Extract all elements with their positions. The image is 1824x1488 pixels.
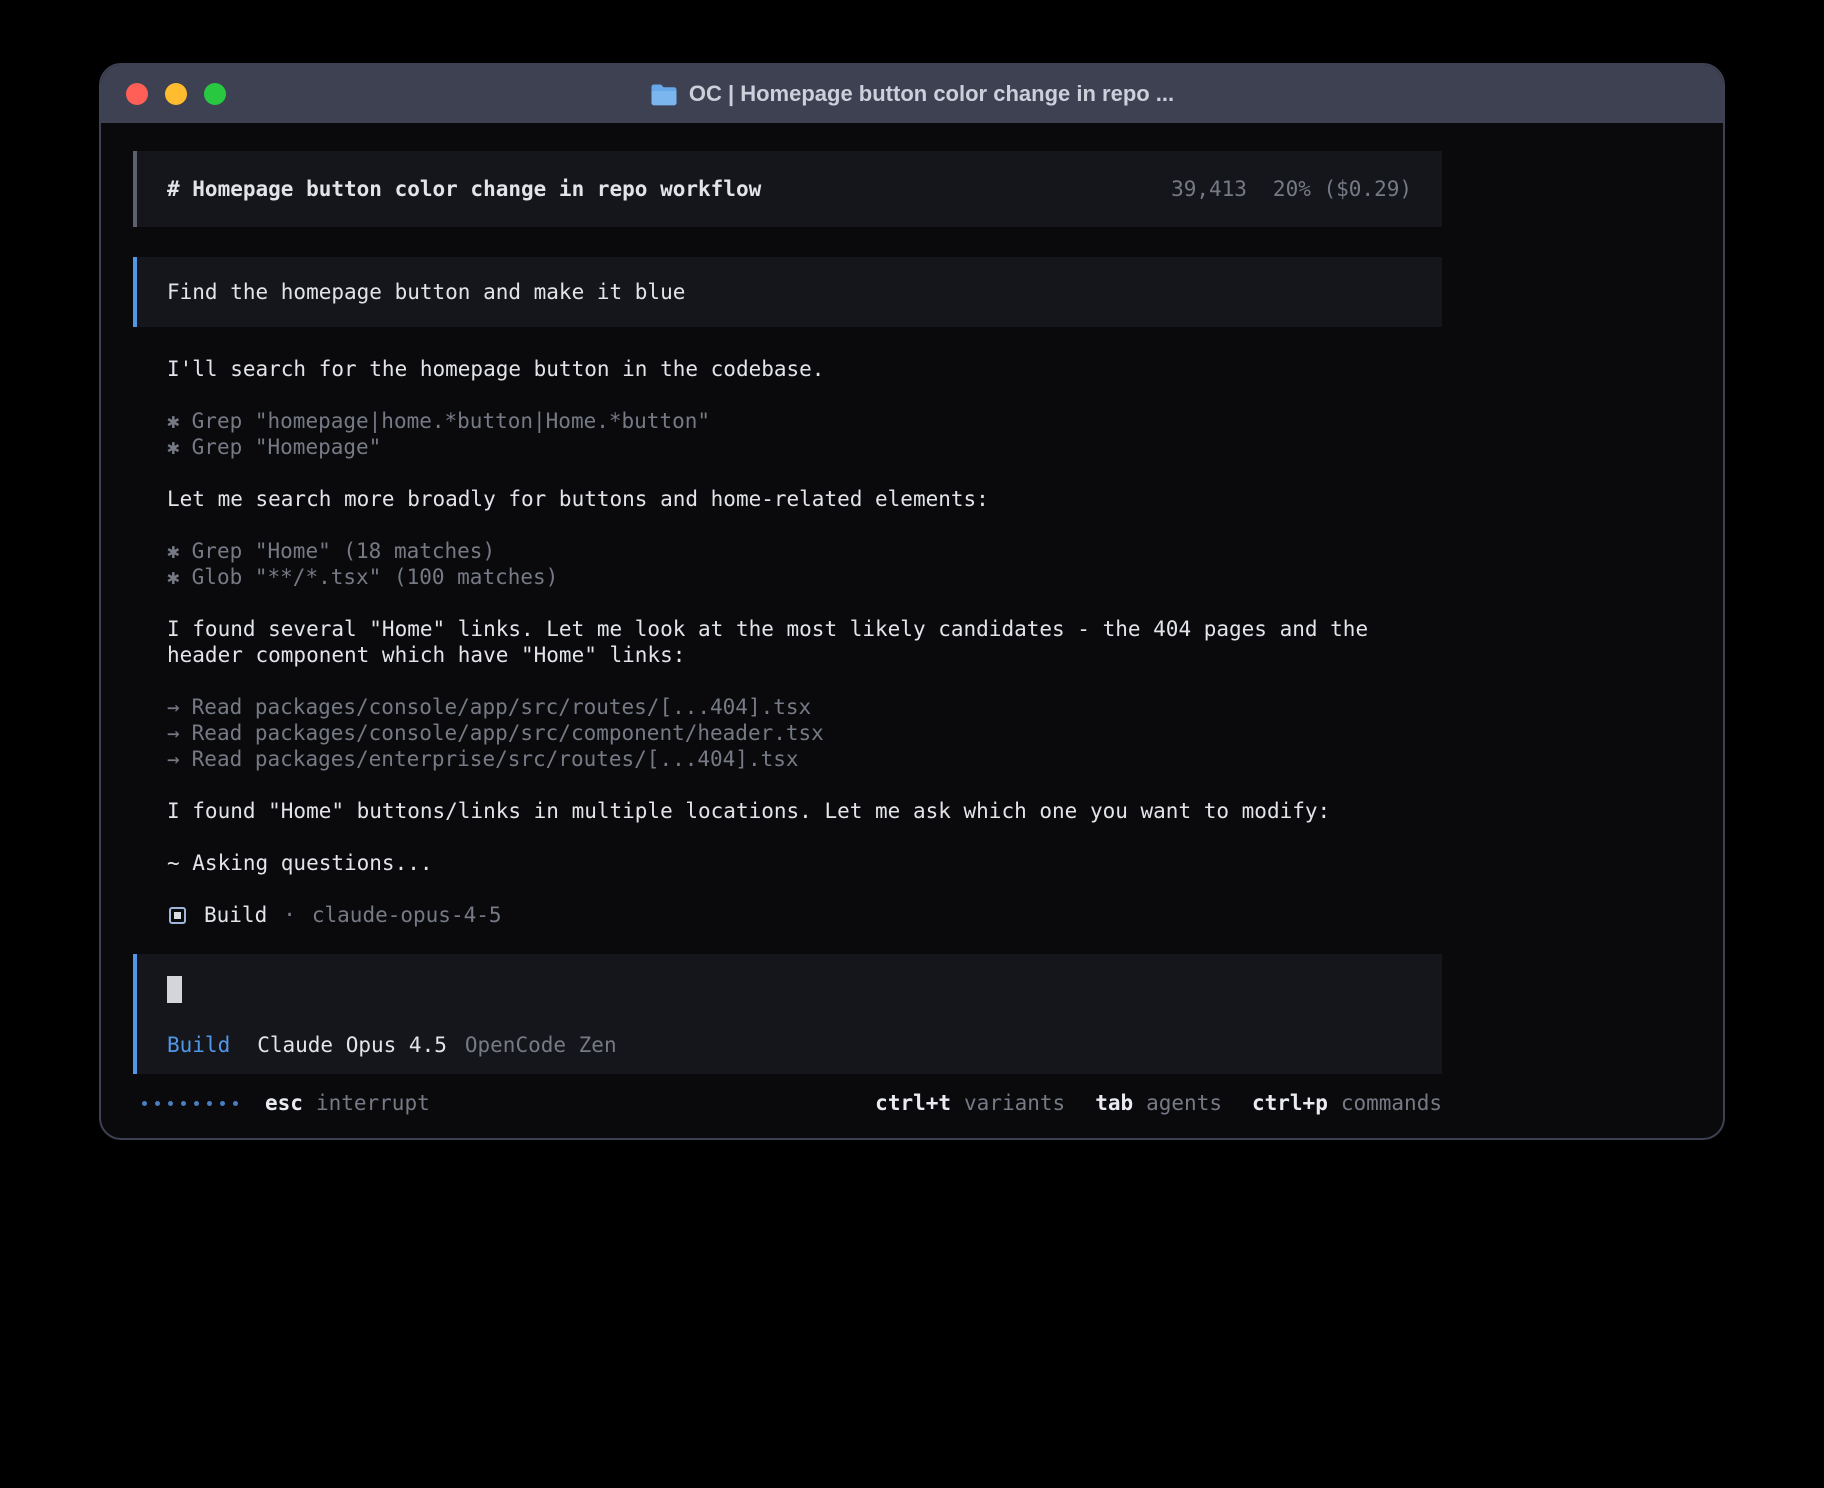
context-usage: 20% ($0.29): [1273, 176, 1412, 202]
arrow-right-icon: →: [167, 694, 180, 720]
arrow-right-icon: →: [167, 746, 180, 772]
mode-label: Build: [167, 1032, 230, 1058]
token-count: 39,413: [1171, 176, 1247, 202]
assistant-paragraph: I'll search for the homepage button in t…: [167, 356, 1442, 382]
user-message-text: Find the homepage button and make it blu…: [167, 279, 685, 305]
tool-call-text: Read packages/console/app/src/routes/[..…: [192, 695, 812, 719]
shortcut-action-variants: variants: [964, 1090, 1065, 1116]
zoom-button[interactable]: [204, 83, 226, 105]
shortcut-key-esc: esc: [265, 1090, 303, 1116]
tool-call-text: Read packages/enterprise/src/routes/[...…: [192, 747, 799, 771]
shortcut-action-commands: commands: [1341, 1090, 1442, 1116]
tool-call-glob: ✱ Glob "**/*.tsx" (100 matches): [167, 564, 1442, 590]
tool-call-grep: ✱ Grep "Homepage": [167, 434, 1442, 460]
tool-call-read: → Read packages/enterprise/src/routes/[..…: [167, 746, 1442, 772]
tool-call-read: → Read packages/console/app/src/routes/[.…: [167, 694, 1442, 720]
provider-label: OpenCode Zen: [465, 1032, 617, 1058]
shortcut-key-commands: ctrl+p: [1252, 1090, 1328, 1116]
close-button[interactable]: [126, 83, 148, 105]
terminal-window: OC | Homepage button color change in rep…: [99, 63, 1725, 1140]
transcript: I'll search for the homepage button in t…: [167, 356, 1442, 954]
tool-call-group: ✱ Grep "homepage|home.*button|Home.*butto…: [167, 408, 1442, 460]
tool-call-grep: ✱ Grep "homepage|home.*button|Home.*butto…: [167, 408, 1442, 434]
folder-icon: [650, 83, 678, 106]
arrow-right-icon: →: [167, 720, 180, 746]
tool-bullet-icon: ✱: [167, 434, 180, 460]
status-bar: esc interrupt ctrl+t variants tab agents…: [133, 1090, 1442, 1116]
tool-call-group: → Read packages/console/app/src/routes/[.…: [167, 694, 1442, 772]
assistant-paragraph: Let me search more broadly for buttons a…: [167, 486, 1442, 512]
text-cursor: [167, 976, 182, 1003]
minimize-button[interactable]: [165, 83, 187, 105]
shortcut-key-variants: ctrl+t: [875, 1090, 951, 1116]
tool-call-text: Grep "homepage|home.*button|Home.*button…: [192, 409, 710, 433]
shortcut-action-agents: agents: [1146, 1090, 1222, 1116]
model-label: Claude Opus 4.5: [257, 1032, 447, 1058]
tool-call-text: Read packages/console/app/src/component/…: [192, 721, 824, 745]
tool-bullet-icon: ✱: [167, 408, 180, 434]
shortcut-action-interrupt: interrupt: [316, 1090, 430, 1116]
tool-bullet-icon: ✱: [167, 564, 180, 590]
traffic-lights: [126, 83, 226, 105]
tool-call-group: ✱ Grep "Home" (18 matches) ✱ Glob "**/*.ts…: [167, 538, 1442, 590]
assistant-paragraph: I found "Home" buttons/links in multiple…: [167, 798, 1442, 824]
tool-call-text: Grep "Homepage": [192, 435, 382, 459]
window-title: OC | Homepage button color change in rep…: [689, 81, 1174, 107]
session-header: # Homepage button color change in repo w…: [133, 151, 1442, 227]
agent-icon: [169, 907, 186, 924]
separator-dot: ·: [283, 902, 296, 928]
user-message: Find the homepage button and make it blu…: [133, 257, 1442, 327]
prompt-input[interactable]: Build Claude Opus 4.5 OpenCode Zen: [133, 954, 1442, 1074]
agent-model: claude-opus-4-5: [312, 902, 502, 928]
tool-call-text: Grep "Home" (18 matches): [192, 539, 495, 563]
tool-bullet-icon: ✱: [167, 538, 180, 564]
agent-name: Build: [204, 902, 267, 928]
input-meta: Build Claude Opus 4.5 OpenCode Zen: [167, 1032, 1412, 1058]
tool-call-text: Glob "**/*.tsx" (100 matches): [192, 565, 559, 589]
spinner-dots-icon: [142, 1101, 238, 1106]
tool-call-grep: ✱ Grep "Home" (18 matches): [167, 538, 1442, 564]
shortcut-key-agents: tab: [1095, 1090, 1133, 1116]
working-status: ~ Asking questions...: [167, 850, 1442, 876]
titlebar[interactable]: OC | Homepage button color change in rep…: [101, 65, 1723, 123]
tool-call-read: → Read packages/console/app/src/component…: [167, 720, 1442, 746]
terminal-content: # Homepage button color change in repo w…: [101, 123, 1723, 1140]
assistant-paragraph: I found several "Home" links. Let me loo…: [167, 616, 1442, 668]
session-title: # Homepage button color change in repo w…: [167, 176, 761, 202]
agent-line: Build · claude-opus-4-5: [167, 902, 1442, 928]
